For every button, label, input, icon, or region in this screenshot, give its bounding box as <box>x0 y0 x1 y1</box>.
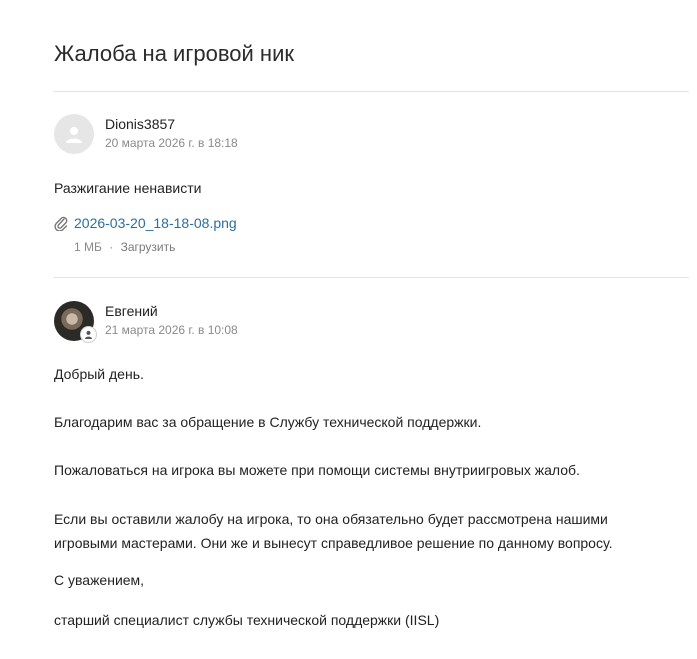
attachment-size: 1 МБ <box>74 240 102 254</box>
author-name[interactable]: Евгений <box>105 303 238 319</box>
message-paragraph: Если вы оставили жалобу на игрока, то он… <box>54 511 613 551</box>
user-badge-icon <box>80 326 97 343</box>
message-header: Dionis3857 20 марта 2026 г. в 18:18 <box>54 114 238 154</box>
attachment-link[interactable]: 2026-03-20_18-18-08.png <box>74 215 237 231</box>
paperclip-icon <box>54 216 68 231</box>
message-date: 21 марта 2026 г. в 10:08 <box>105 323 238 337</box>
avatar <box>54 114 94 154</box>
download-link[interactable]: Загрузить <box>121 240 176 254</box>
message-divider <box>54 277 689 278</box>
user-icon <box>66 127 82 143</box>
header-divider <box>54 91 689 92</box>
message-paragraph: Пожаловаться на игрока вы можете при пом… <box>54 462 580 478</box>
attachment: 2026-03-20_18-18-08.png <box>54 215 237 231</box>
attachment-meta: 1 МБ · Загрузить <box>74 240 175 254</box>
message-paragraph: Благодарим вас за обращение в Службу тех… <box>54 414 482 430</box>
message-date: 20 марта 2026 г. в 18:18 <box>105 136 238 150</box>
message-paragraph: старший специалист службы технической по… <box>54 612 440 628</box>
attachment-separator: · <box>109 240 114 254</box>
page-title: Жалоба на игровой ник <box>54 41 294 66</box>
message-paragraph: С уважением, <box>54 572 145 588</box>
message-header: Евгений 21 марта 2026 г. в 10:08 <box>54 301 238 343</box>
message-text: Разжигание ненависти <box>54 180 202 196</box>
avatar <box>54 301 97 343</box>
message-paragraph: Добрый день. <box>54 366 144 382</box>
author-name[interactable]: Dionis3857 <box>105 116 238 132</box>
